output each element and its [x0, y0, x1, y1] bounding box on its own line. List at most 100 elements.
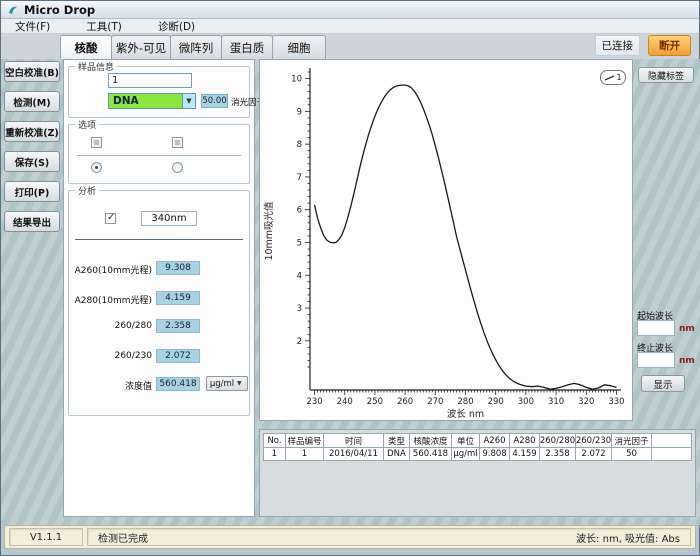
- chevron-down-icon: ▼: [237, 380, 247, 387]
- sample-info-label: 样品信息: [75, 60, 117, 73]
- svg-text:230: 230: [306, 397, 322, 407]
- menu-bar: 文件(F) 工具(T) 诊断(D): [1, 19, 699, 34]
- results-table-panel: No. 样品编号 时间 类型 核酸浓度 单位 A260 A280 260/280…: [259, 429, 696, 517]
- legend-chip[interactable]: 1: [600, 70, 626, 85]
- svg-text:300: 300: [518, 397, 534, 407]
- header-concentration: 核酸浓度: [409, 433, 451, 447]
- tab-microarray[interactable]: 微阵列: [170, 35, 222, 59]
- cell-260-280: 2.358: [539, 447, 575, 461]
- start-wavelength-unit: nm: [679, 324, 695, 334]
- analysis-wavelength-input[interactable]: [141, 211, 197, 226]
- menu-tools[interactable]: 工具(T): [86, 19, 122, 34]
- header-sample-id: 样品编号: [285, 433, 323, 447]
- options-label: 选项: [75, 118, 99, 131]
- ratio-260-230-label: 260/230: [72, 351, 152, 361]
- svg-text:240: 240: [337, 397, 353, 407]
- measure-button[interactable]: 检测(M): [4, 91, 60, 112]
- connection-status: 已连接: [595, 35, 641, 56]
- header-extinction-factor: 消光因子: [611, 433, 651, 447]
- svg-text:10mm吸光值: 10mm吸光值: [263, 201, 275, 261]
- svg-text:波长 nm: 波长 nm: [447, 408, 484, 420]
- sample-info-group: 样品信息 DNA ▼ 50.00 消光因子: [68, 66, 250, 118]
- version-label: V1.1.1: [9, 528, 83, 546]
- sample-type-select[interactable]: DNA ▼: [108, 93, 196, 109]
- svg-text:270: 270: [427, 397, 443, 407]
- tab-nucleic-acid[interactable]: 核酸: [60, 35, 112, 59]
- disconnect-button[interactable]: 断开: [648, 35, 691, 56]
- concentration-unit-value: μg/ml: [207, 379, 237, 389]
- menu-diagnostics[interactable]: 诊断(D): [158, 19, 195, 34]
- sample-id-input[interactable]: [108, 73, 192, 88]
- header-unit: 单位: [451, 433, 479, 447]
- cell-extinction-factor: 50: [611, 447, 651, 461]
- options-group: 选项: [68, 124, 250, 184]
- tab-cell[interactable]: 细胞: [272, 35, 326, 59]
- tab-protein[interactable]: 蛋白质: [221, 35, 273, 59]
- header-260-230: 260/230: [575, 433, 611, 447]
- show-button[interactable]: 显示: [641, 375, 685, 392]
- hide-labels-button[interactable]: 隐藏标签: [638, 67, 694, 83]
- table-header-row: No. 样品编号 时间 类型 核酸浓度 单位 A260 A280 260/280…: [263, 433, 692, 447]
- title-bar[interactable]: Micro Drop: [1, 1, 699, 19]
- print-button[interactable]: 打印(P): [4, 181, 60, 202]
- svg-text:250: 250: [367, 397, 383, 407]
- recalibrate-button[interactable]: 重新校准(Z): [4, 121, 60, 142]
- table-row[interactable]: 1 1 2016/04/11 DNA 560.418 μg/ml 9.808 4…: [263, 447, 692, 461]
- svg-text:7: 7: [297, 173, 302, 183]
- blank-calibration-button[interactable]: 空白校准(B): [4, 61, 60, 82]
- svg-text:6: 6: [297, 206, 302, 216]
- app-window: Micro Drop 文件(F) 工具(T) 诊断(D) 核酸 紫外-可见 微阵…: [0, 0, 700, 556]
- svg-text:3: 3: [297, 304, 302, 314]
- cell-260-230: 2.072: [575, 447, 611, 461]
- header-type: 类型: [383, 433, 409, 447]
- window-title: Micro Drop: [24, 3, 95, 17]
- svg-text:280: 280: [457, 397, 473, 407]
- status-bar: V1.1.1 检测已完成 波长: nm, 吸光值: Abs: [4, 525, 696, 549]
- left-panel: 样品信息 DNA ▼ 50.00 消光因子 选项 分析: [63, 59, 255, 517]
- export-results-button[interactable]: 结果导出: [4, 211, 60, 232]
- a280-value: 4.159: [156, 291, 200, 305]
- option-radio-2[interactable]: [172, 162, 183, 173]
- spectrum-chart-panel: 2302402502602702802903003103203302345678…: [259, 59, 633, 421]
- analysis-group: 分析 A260(10mm光程) 9.308 A280(10mm光程) 4.159…: [68, 190, 250, 416]
- start-wavelength-input[interactable]: [637, 320, 675, 336]
- status-message-cell: 检测已完成 波长: nm, 吸光值: Abs: [87, 528, 691, 546]
- spectrum-plot: 2302402502602702802903003103203302345678…: [260, 60, 632, 420]
- wavelength-checkbox[interactable]: [105, 213, 116, 224]
- legend-series-label: 1: [616, 73, 621, 82]
- svg-text:8: 8: [297, 140, 302, 150]
- a260-label: A260(10mm光程): [72, 263, 152, 276]
- cell-unit: μg/ml: [451, 447, 479, 461]
- a260-value: 9.308: [156, 261, 200, 275]
- header-a260: A260: [479, 433, 509, 447]
- svg-text:330: 330: [608, 397, 624, 407]
- ratio-260-280-value: 2.358: [156, 319, 200, 333]
- option-checkbox-1[interactable]: [91, 137, 102, 148]
- svg-text:5: 5: [297, 238, 302, 248]
- tab-strip: 核酸 紫外-可见 微阵列 蛋白质 细胞 已连接 断开: [1, 34, 699, 59]
- cell-a260: 9.808: [479, 447, 509, 461]
- status-message: 检测已完成: [98, 530, 148, 545]
- concentration-value: 560.418: [156, 377, 200, 391]
- header-a280: A280: [509, 433, 539, 447]
- cell-no: 1: [263, 447, 285, 461]
- svg-text:4: 4: [297, 271, 302, 281]
- main-area: 空白校准(B) 检测(M) 重新校准(Z) 保存(S) 打印(P) 结果导出 样…: [1, 59, 700, 525]
- menu-file[interactable]: 文件(F): [15, 19, 50, 34]
- chevron-down-icon: ▼: [182, 94, 195, 108]
- svg-text:310: 310: [548, 397, 564, 407]
- option-radio-1[interactable]: [91, 162, 102, 173]
- option-checkbox-2[interactable]: [172, 137, 183, 148]
- end-wavelength-input[interactable]: [637, 352, 675, 368]
- svg-text:9: 9: [297, 107, 302, 117]
- results-table: No. 样品编号 时间 类型 核酸浓度 单位 A260 A280 260/280…: [263, 433, 692, 461]
- status-right-info: 波长: nm, 吸光值: Abs: [576, 530, 680, 545]
- svg-text:320: 320: [578, 397, 594, 407]
- tab-uv-vis[interactable]: 紫外-可见: [111, 35, 171, 59]
- cell-a280: 4.159: [509, 447, 539, 461]
- header-260-280: 260/280: [539, 433, 575, 447]
- end-wavelength-unit: nm: [679, 356, 695, 366]
- concentration-label: 浓度值: [72, 379, 152, 392]
- concentration-unit-select[interactable]: μg/ml ▼: [206, 376, 248, 391]
- save-button[interactable]: 保存(S): [4, 151, 60, 172]
